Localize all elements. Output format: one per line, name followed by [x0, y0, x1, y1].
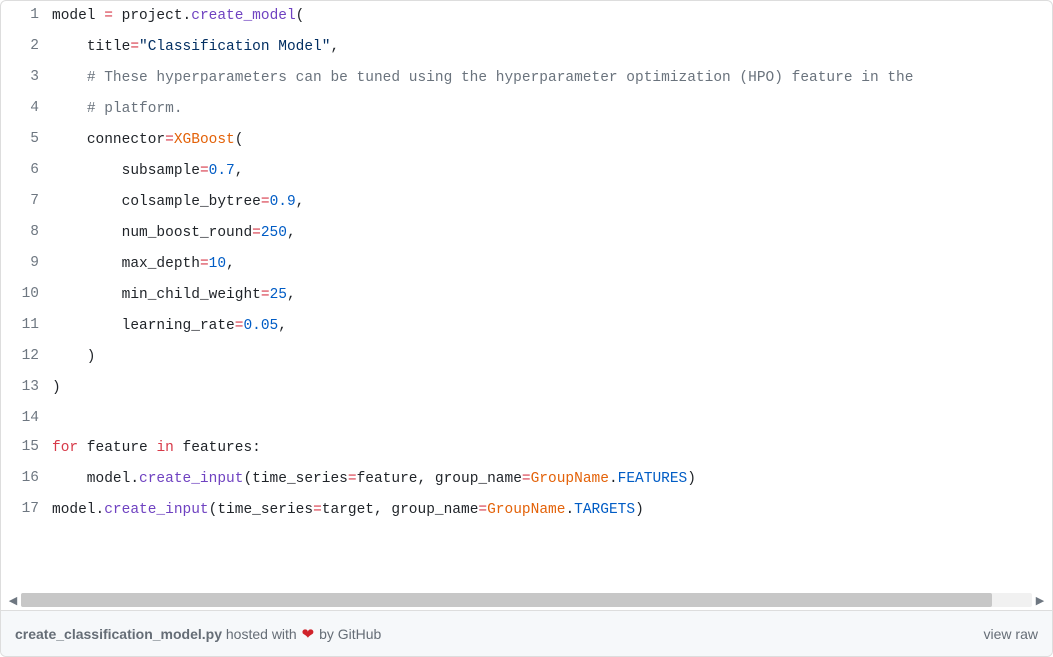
heart-icon: ❤ [301, 626, 316, 643]
code-line: 8 num_boost_round=250, [1, 218, 1052, 249]
code-content[interactable]: # platform. [51, 94, 1052, 125]
code-content[interactable]: colsample_bytree=0.9, [51, 187, 1052, 218]
code-content[interactable]: for feature in features: [51, 433, 1052, 464]
code-line: 12 ) [1, 342, 1052, 373]
code-line: 13) [1, 373, 1052, 404]
code-content[interactable]: max_depth=10, [51, 249, 1052, 280]
horizontal-scrollbar[interactable]: ◀ ▶ [1, 590, 1052, 610]
line-number[interactable]: 11 [1, 311, 51, 342]
code-line: 14 [1, 404, 1052, 433]
line-number[interactable]: 4 [1, 94, 51, 125]
view-raw-link[interactable]: view raw [984, 626, 1038, 642]
gist-container: 1model = project.create_model(2 title="C… [0, 0, 1053, 657]
code-content[interactable]: model = project.create_model( [51, 1, 1052, 32]
github-link[interactable]: GitHub [338, 626, 382, 642]
code-area: 1model = project.create_model(2 title="C… [1, 1, 1052, 610]
scroll-left-arrow-icon[interactable]: ◀ [5, 592, 21, 608]
code-line: 15for feature in features: [1, 433, 1052, 464]
line-number[interactable]: 14 [1, 404, 51, 433]
line-number[interactable]: 8 [1, 218, 51, 249]
line-number[interactable]: 7 [1, 187, 51, 218]
line-number[interactable]: 6 [1, 156, 51, 187]
code-table: 1model = project.create_model(2 title="C… [1, 1, 1052, 526]
line-number[interactable]: 15 [1, 433, 51, 464]
code-content[interactable]: learning_rate=0.05, [51, 311, 1052, 342]
line-number[interactable]: 9 [1, 249, 51, 280]
code-content[interactable]: model.create_input(time_series=target, g… [51, 495, 1052, 526]
scroll-right-arrow-icon[interactable]: ▶ [1032, 592, 1048, 608]
code-line: 3 # These hyperparameters can be tuned u… [1, 63, 1052, 94]
code-content[interactable]: min_child_weight=25, [51, 280, 1052, 311]
code-content[interactable]: model.create_input(time_series=feature, … [51, 464, 1052, 495]
code-line: 6 subsample=0.7, [1, 156, 1052, 187]
line-number[interactable]: 3 [1, 63, 51, 94]
code-line: 17model.create_input(time_series=target,… [1, 495, 1052, 526]
code-line: 16 model.create_input(time_series=featur… [1, 464, 1052, 495]
code-content[interactable]: num_boost_round=250, [51, 218, 1052, 249]
code-content[interactable]: ) [51, 373, 1052, 404]
code-line: 9 max_depth=10, [1, 249, 1052, 280]
line-number[interactable]: 10 [1, 280, 51, 311]
code-line: 5 connector=XGBoost( [1, 125, 1052, 156]
code-content[interactable]: # These hyperparameters can be tuned usi… [51, 63, 1052, 94]
line-number[interactable]: 16 [1, 464, 51, 495]
line-number[interactable]: 1 [1, 1, 51, 32]
code-line: 1model = project.create_model( [1, 1, 1052, 32]
code-line: 2 title="Classification Model", [1, 32, 1052, 63]
meta-by: by [315, 626, 338, 642]
code-line: 10 min_child_weight=25, [1, 280, 1052, 311]
line-number[interactable]: 5 [1, 125, 51, 156]
code-line: 4 # platform. [1, 94, 1052, 125]
gist-meta: create_classification_model.py hosted wi… [1, 610, 1052, 656]
scrollbar-thumb[interactable] [21, 593, 992, 607]
meta-hosted-with: hosted with [222, 626, 301, 642]
code-content[interactable]: title="Classification Model", [51, 32, 1052, 63]
line-number[interactable]: 12 [1, 342, 51, 373]
meta-left: create_classification_model.py hosted wi… [15, 625, 381, 643]
scrollbar-track[interactable] [21, 593, 1032, 607]
line-number[interactable]: 13 [1, 373, 51, 404]
code-scroll-container[interactable]: 1model = project.create_model(2 title="C… [1, 1, 1052, 590]
filename-link[interactable]: create_classification_model.py [15, 626, 222, 642]
line-number[interactable]: 17 [1, 495, 51, 526]
code-content[interactable]: ) [51, 342, 1052, 373]
code-line: 7 colsample_bytree=0.9, [1, 187, 1052, 218]
code-line: 11 learning_rate=0.05, [1, 311, 1052, 342]
code-content[interactable]: subsample=0.7, [51, 156, 1052, 187]
line-number[interactable]: 2 [1, 32, 51, 63]
code-content[interactable] [51, 404, 1052, 433]
code-content[interactable]: connector=XGBoost( [51, 125, 1052, 156]
